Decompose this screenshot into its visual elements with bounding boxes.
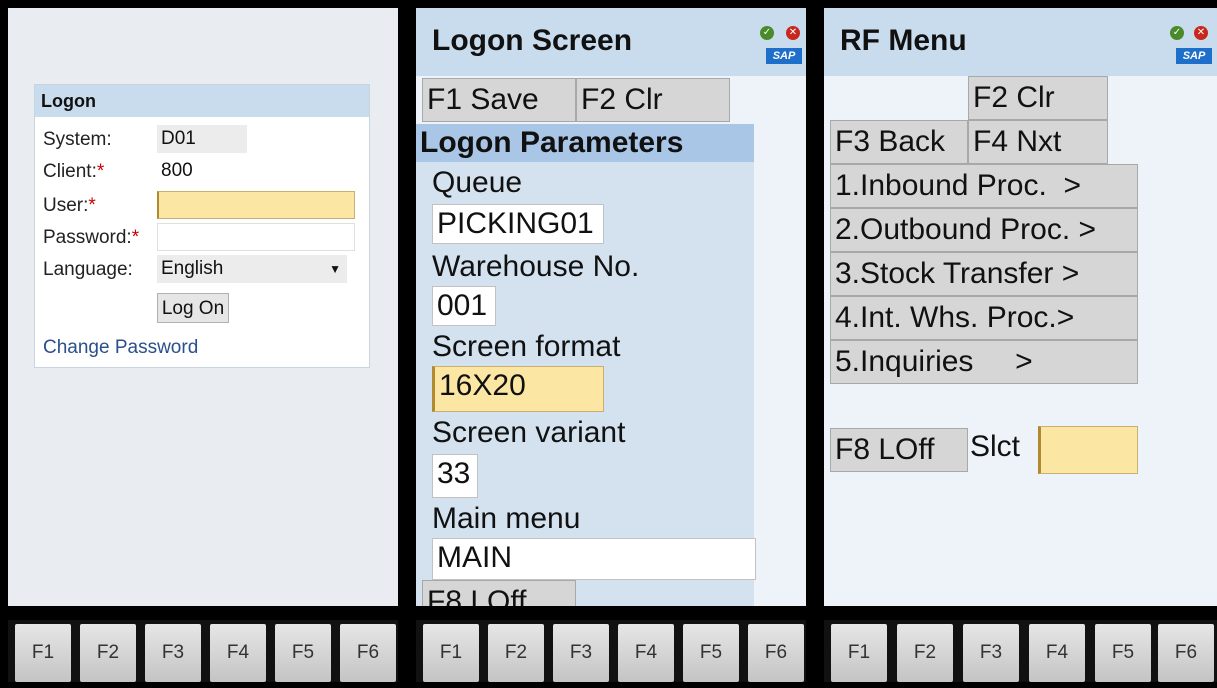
close-icon[interactable]: ✕ — [1194, 26, 1208, 40]
menu-item-inquiries[interactable]: 5.Inquiries > — [830, 340, 1138, 384]
warehouse-field[interactable]: 001 — [432, 286, 496, 326]
main-menu-field[interactable]: MAIN — [432, 538, 756, 580]
menu-item-inbound[interactable]: 1.Inbound Proc. > — [830, 164, 1138, 208]
user-label: User:* — [43, 195, 96, 216]
screen-format-label: Screen format — [432, 330, 621, 363]
menu-item-outbound[interactable]: 2.Outbound Proc. > — [830, 208, 1138, 252]
f5-key[interactable]: F5 — [683, 624, 739, 682]
check-icon[interactable]: ✓ — [1170, 26, 1184, 40]
client-label: Client:* — [43, 161, 105, 182]
f1-key[interactable]: F1 — [831, 624, 887, 682]
f2-clear-button[interactable]: F2 Clr — [576, 78, 730, 122]
f4-key[interactable]: F4 — [618, 624, 674, 682]
sap-logo: SAP — [766, 48, 802, 64]
f4-key[interactable]: F4 — [1029, 624, 1085, 682]
section-heading: Logon Parameters — [416, 124, 754, 162]
logon-header: Logon — [35, 85, 369, 117]
password-label: Password:* — [43, 227, 140, 248]
client-field[interactable]: 800 — [157, 157, 247, 185]
f1-key[interactable]: F1 — [15, 624, 71, 682]
page-title: Logon Screen — [432, 24, 633, 57]
f1-save-button[interactable]: F1 Save — [422, 78, 576, 122]
system-field: D01 — [157, 125, 247, 153]
f8-logoff-button[interactable]: F8 LOff — [830, 428, 968, 472]
function-key-bar: F1 F2 F3 F4 F5 F6 — [416, 620, 806, 682]
sap-logo: SAP — [1176, 48, 1212, 64]
change-password-link[interactable]: Change Password — [43, 337, 198, 359]
check-icon[interactable]: ✓ — [760, 26, 774, 40]
logon-parameters-screen: Logon Screen ✓ ✕ SAP F1 Save F2 Clr Logo… — [416, 8, 806, 606]
title-bar: Logon Screen ✓ ✕ SAP — [416, 8, 806, 76]
f3-back-button[interactable]: F3 Back — [830, 120, 968, 164]
f4-next-button[interactable]: F4 Nxt — [968, 120, 1108, 164]
f6-key[interactable]: F6 — [748, 624, 804, 682]
f1-key[interactable]: F1 — [423, 624, 479, 682]
function-key-bar: F1 F2 F3 F4 F5 F6 — [8, 620, 398, 682]
f2-key[interactable]: F2 — [897, 624, 953, 682]
main-menu-label: Main menu — [432, 502, 581, 535]
logon-screen-panel: Logon Screen ✓ ✕ SAP F1 Save F2 Clr Logo… — [416, 8, 806, 682]
password-field[interactable] — [157, 223, 355, 251]
warehouse-label: Warehouse No. — [432, 250, 640, 283]
page-title: RF Menu — [840, 24, 967, 57]
f3-key[interactable]: F3 — [145, 624, 201, 682]
rf-menu-screen: RF Menu ✓ ✕ SAP F2 Clr F3 Back F4 Nxt 1.… — [824, 8, 1217, 606]
logon-button[interactable]: Log On — [157, 293, 229, 323]
title-bar: RF Menu ✓ ✕ SAP — [824, 8, 1217, 76]
f6-key[interactable]: F6 — [1158, 624, 1214, 682]
language-select[interactable]: English ▼ — [157, 255, 347, 283]
f2-key[interactable]: F2 — [488, 624, 544, 682]
select-label: Slct — [970, 430, 1021, 463]
system-label: System: — [43, 129, 112, 150]
f2-clear-button[interactable]: F2 Clr — [968, 76, 1108, 120]
f3-key[interactable]: F3 — [553, 624, 609, 682]
menu-item-stock-transfer[interactable]: 3.Stock Transfer > — [830, 252, 1138, 296]
logon-form: Logon System: D01 Client:* 800 User:* Pa… — [34, 84, 370, 368]
f3-key[interactable]: F3 — [963, 624, 1019, 682]
logon-screen: Logon System: D01 Client:* 800 User:* Pa… — [8, 8, 398, 606]
user-field[interactable] — [157, 191, 355, 219]
queue-label: Queue — [432, 166, 523, 199]
f4-key[interactable]: F4 — [210, 624, 266, 682]
screen-variant-field[interactable]: 33 — [432, 454, 478, 498]
screen-variant-label: Screen variant — [432, 416, 626, 449]
select-field[interactable] — [1038, 426, 1138, 474]
close-icon[interactable]: ✕ — [786, 26, 800, 40]
f5-key[interactable]: F5 — [1095, 624, 1151, 682]
logon-panel: Logon System: D01 Client:* 800 User:* Pa… — [8, 8, 398, 682]
menu-item-internal-warehouse[interactable]: 4.Int. Whs. Proc.> — [830, 296, 1138, 340]
function-key-bar: F1 F2 F3 F4 F5 F6 — [824, 620, 1217, 682]
queue-field[interactable]: PICKING01 — [432, 204, 604, 244]
f8-logoff-button[interactable]: F8 LOff — [422, 580, 576, 606]
f5-key[interactable]: F5 — [275, 624, 331, 682]
f6-key[interactable]: F6 — [340, 624, 396, 682]
rf-menu-panel: RF Menu ✓ ✕ SAP F2 Clr F3 Back F4 Nxt 1.… — [824, 8, 1217, 682]
f2-key[interactable]: F2 — [80, 624, 136, 682]
language-label: Language: — [43, 259, 133, 280]
screen-format-field[interactable]: 16X20 — [432, 366, 604, 412]
dropdown-arrow-icon: ▼ — [329, 262, 341, 276]
